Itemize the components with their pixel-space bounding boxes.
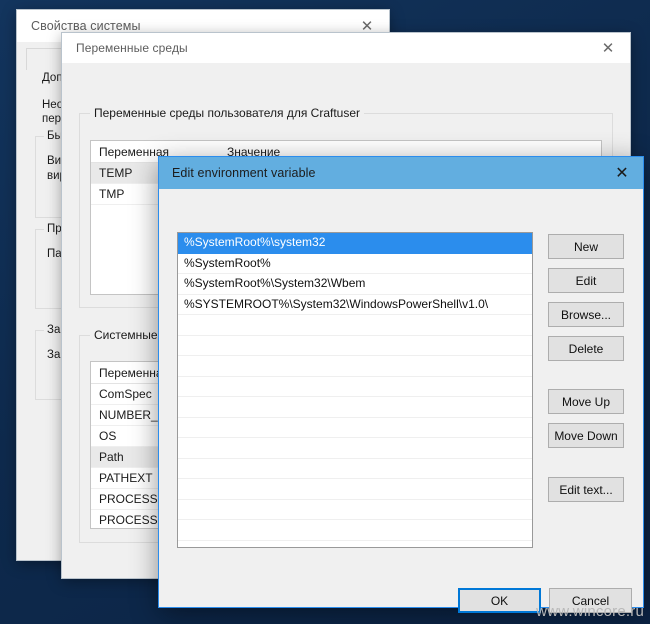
path-entries-listbox[interactable]: %SystemRoot%\system32 %SystemRoot% %Syst…: [177, 232, 533, 548]
ok-button[interactable]: OK: [458, 588, 541, 613]
edit-variable-title: Edit environment variable: [172, 166, 316, 180]
list-item-empty[interactable]: [178, 397, 532, 418]
move-up-button[interactable]: Move Up: [548, 389, 624, 414]
list-item-empty[interactable]: [178, 479, 532, 500]
watermark: www.wincore.ru: [536, 603, 644, 620]
edit-variable-titlebar[interactable]: Edit environment variable ✕: [159, 157, 643, 189]
list-item-empty[interactable]: [178, 459, 532, 479]
list-item-empty[interactable]: [178, 418, 532, 438]
environment-variables-title: Переменные среды: [76, 41, 188, 55]
list-item-empty[interactable]: [178, 500, 532, 520]
new-button[interactable]: New: [548, 234, 624, 259]
move-down-button[interactable]: Move Down: [548, 423, 624, 448]
list-item[interactable]: %SystemRoot%\System32\Wbem: [178, 274, 532, 295]
edit-button[interactable]: Edit: [548, 268, 624, 293]
close-icon[interactable]: ✕: [586, 33, 630, 63]
edit-variable-body: %SystemRoot%\system32 %SystemRoot% %Syst…: [159, 189, 643, 613]
browse-button[interactable]: Browse...: [548, 302, 624, 327]
list-item-empty[interactable]: [178, 520, 532, 541]
list-item-empty[interactable]: [178, 356, 532, 377]
list-item-empty[interactable]: [178, 336, 532, 356]
list-item[interactable]: %SystemRoot%\system32: [178, 233, 532, 254]
list-item-empty[interactable]: [178, 541, 532, 548]
list-item-empty[interactable]: [178, 438, 532, 459]
list-item[interactable]: %SystemRoot%: [178, 254, 532, 274]
system-properties-title: Свойства системы: [31, 19, 141, 33]
close-icon[interactable]: ✕: [601, 157, 643, 189]
list-item-empty[interactable]: [178, 377, 532, 397]
environment-variables-titlebar[interactable]: Переменные среды ✕: [62, 33, 630, 63]
list-item[interactable]: %SYSTEMROOT%\System32\WindowsPowerShell\…: [178, 295, 532, 315]
delete-button[interactable]: Delete: [548, 336, 624, 361]
edit-text-button[interactable]: Edit text...: [548, 477, 624, 502]
edit-environment-variable-dialog[interactable]: Edit environment variable ✕ %SystemRoot%…: [159, 157, 643, 613]
list-item-empty[interactable]: [178, 315, 532, 336]
label-fragment-dop: Доп: [42, 72, 63, 84]
user-variables-group-title: Переменные среды пользователя для Craftu…: [90, 106, 365, 120]
